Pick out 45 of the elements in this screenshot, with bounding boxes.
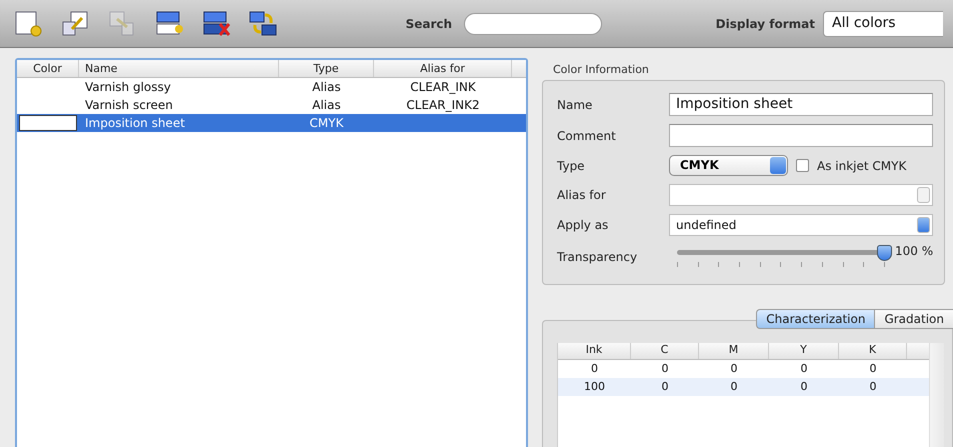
table-cell: 0 bbox=[591, 362, 598, 375]
display-format-label: Display format bbox=[716, 16, 816, 30]
table-cell: 0 bbox=[870, 380, 876, 393]
table-cell: Imposition sheet bbox=[85, 116, 185, 130]
table-cell: 0 bbox=[662, 380, 668, 393]
table-cell: 100 bbox=[584, 380, 605, 393]
table-row[interactable]: Imposition sheet CMYK bbox=[17, 114, 526, 132]
table-cell: Varnish glossy bbox=[85, 80, 171, 94]
tab[interactable]: Gradation bbox=[874, 309, 953, 329]
name-field[interactable]: Imposition sheet bbox=[669, 93, 934, 116]
display-format-select[interactable]: All colors bbox=[823, 10, 944, 36]
field-label: Type bbox=[557, 158, 586, 172]
column-header[interactable]: K bbox=[839, 343, 907, 359]
transparency-reading: 100 % bbox=[895, 244, 934, 258]
type-select[interactable]: CMYK bbox=[669, 155, 788, 176]
table-cell: Varnish screen bbox=[85, 98, 173, 112]
table-cell: 0 bbox=[662, 362, 668, 375]
table-cell: 0 bbox=[800, 362, 808, 375]
column-header[interactable]: Y bbox=[769, 343, 839, 359]
table-cell: Alias bbox=[312, 80, 341, 94]
table-cell: 0 bbox=[730, 362, 738, 375]
column-header[interactable]: Type bbox=[279, 60, 374, 77]
apply-as-select[interactable]: undefined bbox=[669, 214, 934, 236]
table-cell: 0 bbox=[800, 380, 808, 393]
tab[interactable]: Characterization bbox=[756, 309, 874, 329]
search-label: Search bbox=[406, 16, 452, 30]
column-header[interactable]: Color bbox=[17, 60, 79, 77]
table-cell: 0 bbox=[870, 362, 876, 375]
table-cell: 0 bbox=[730, 380, 738, 393]
field-label: Transparency bbox=[557, 250, 638, 264]
column-header[interactable]: M bbox=[699, 343, 769, 359]
field-label: Comment bbox=[557, 128, 617, 142]
table-cell: CLEAR_INK2 bbox=[406, 98, 480, 112]
column-header[interactable]: Ink bbox=[558, 343, 631, 359]
column-header[interactable]: C bbox=[631, 343, 699, 359]
field-label: Apply as bbox=[557, 218, 610, 232]
table-cell: CMYK bbox=[310, 116, 344, 130]
checkbox-label: As inkjet CMYK bbox=[817, 158, 906, 172]
table-cell: CLEAR_INK bbox=[410, 80, 476, 94]
group-title: Color Information bbox=[553, 63, 650, 76]
column-header[interactable]: Alias for bbox=[374, 60, 512, 77]
field-label: Name bbox=[557, 98, 594, 112]
field-label: Alias for bbox=[557, 188, 607, 202]
column-header[interactable]: Name bbox=[79, 60, 279, 77]
table-cell: Alias bbox=[312, 98, 341, 112]
